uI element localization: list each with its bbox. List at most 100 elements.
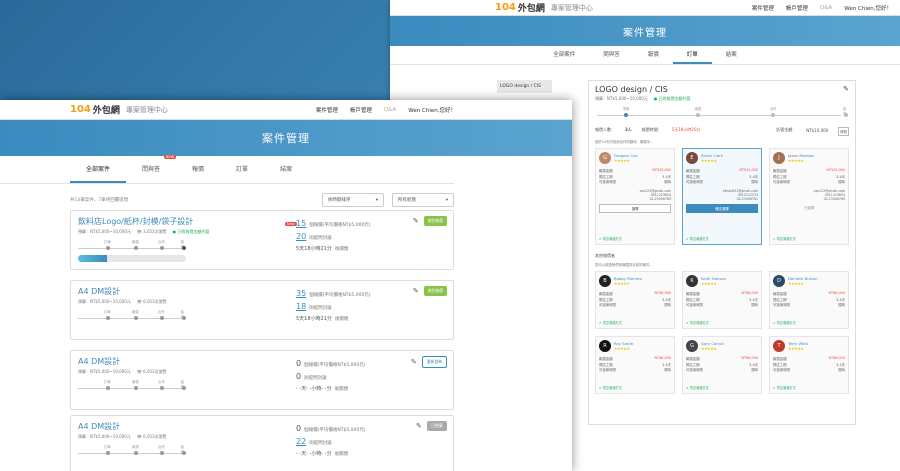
case-steps: 訂單報價合作結案 — [78, 379, 186, 393]
confirm-choose-button[interactable]: 確定選擇 — [686, 203, 758, 213]
quote-details: 報價金額 NT$6,000 預估工期 3-4天 可接案時間 隨時 — [686, 356, 758, 373]
step-dot — [182, 246, 186, 250]
agree-text: 同意溝通方式 — [602, 237, 622, 241]
case-stats: 35 個報價(平均價格NT$5,000元) 18 則提問討論 5天18小時21分 後關… — [296, 289, 371, 328]
step-label: 合作 — [158, 240, 165, 244]
step-dot — [106, 246, 110, 250]
case-budget: 預算：NT$5,000~10,000元 — [78, 229, 131, 234]
case-action-button[interactable]: 重新發佈 — [421, 356, 447, 368]
edit-icon[interactable]: ✎ — [416, 422, 423, 430]
sidebar-item-project[interactable]: LOGO design / CIS — [497, 80, 552, 93]
edit-icon[interactable]: ✎ — [411, 358, 418, 366]
case-card[interactable]: A4 DM設計 預算：NT$5,000~10,000元 👁 6,053次瀏覽 訂單… — [70, 415, 454, 471]
other-quoter-card[interactable]: G Gary Carroll ★★★★★ 報價金額 NT$6,000 預估工期 3-4天可… — [682, 336, 762, 394]
views: 👁 6,053次瀏覽 — [136, 369, 167, 374]
nav-qa[interactable]: Q&A — [384, 107, 396, 113]
case-action-button[interactable]: 前往報價 — [423, 286, 447, 296]
tab-qa[interactable]: 問與答 NEW — [126, 155, 177, 183]
quote-count[interactable]: 15 — [296, 219, 306, 228]
step-label: 報價 — [132, 445, 139, 449]
choose-button[interactable]: 選擇 — [599, 203, 671, 213]
nav-links: 案件管理 帳戶管理 Q&A Wen Chien,您好！ — [752, 4, 892, 12]
case-meta: 預算：NT$5,000~10,000元 👁 6,053次瀏覽 — [78, 299, 167, 305]
question-count[interactable]: 20 — [296, 232, 306, 241]
tab-quote[interactable]: 報價 — [634, 46, 673, 64]
quoter-card[interactable]: J Jason Morales ★★★★★ 報價金額 NT$10,000 預估工期 3-… — [769, 148, 849, 245]
quote-count[interactable]: 35 — [296, 289, 306, 298]
question-count[interactable]: 22 — [296, 437, 306, 446]
nav-case-management[interactable]: 案件管理 — [316, 106, 338, 114]
status-value: 所有狀態 — [398, 198, 416, 203]
nav-links: 案件管理 帳戶管理 Q&A Wen Chien,您好！ — [316, 106, 456, 114]
avatar: B — [599, 275, 611, 287]
tab-all[interactable]: 全部案件 — [539, 46, 589, 64]
case-stats: 0 個報價(平均價格NT$5,000元) 22 則提問討論 - -天- -小時- -… — [296, 424, 365, 463]
availability-label: 可接案時間 — [773, 368, 790, 372]
other-quoter-card[interactable]: D Danielle Burton ★★★★★ 報價金額 NT$6,000 預估工期 3-… — [769, 271, 849, 329]
other-quoter-card[interactable]: R Roy Smith ★★★★★ 報價金額 NT$6,000 預估工期 3-4天 可接案時… — [595, 336, 675, 394]
avatar: D — [773, 275, 785, 287]
page-banner: 案件管理 — [0, 120, 572, 156]
nav-user[interactable]: Wen Chien,您好！ — [408, 106, 456, 114]
nav-account[interactable]: 帳戶管理 — [786, 4, 808, 12]
case-card[interactable]: A4 DM設計 預算：NT$5,000~10,000元 👁 6,053次瀏覽 訂單… — [70, 280, 454, 340]
nav-user[interactable]: Wen Chien,您好！ — [844, 4, 892, 12]
other-quoter-card[interactable]: K Keith Hanson ★★★★★ 報價金額 NT$6,000 預估工期 3-4天可… — [682, 271, 762, 329]
nav-case-management[interactable]: 案件管理 — [752, 4, 774, 12]
case-title[interactable]: A4 DM設計 — [78, 356, 120, 367]
quote-details: 報價金額 NT$6,000 預估工期 3-4天 可接案時間 隨時 — [773, 356, 845, 373]
quoter-card[interactable]: G Gregory Cox ★★★★★ 報價金額 NT$10,000 預估工期 3-4天… — [595, 148, 675, 245]
edit-icon[interactable]: ✎ — [413, 217, 420, 225]
time-left-label: 後關閉 — [334, 317, 349, 322]
edit-icon[interactable]: ✎ — [843, 85, 849, 94]
progress-fill — [78, 255, 108, 262]
tab-closed[interactable]: 結案 — [264, 156, 308, 183]
step-label: 合作 — [158, 380, 165, 384]
step-label: 訂單 — [104, 310, 111, 314]
question-count[interactable]: 18 — [296, 302, 306, 311]
quote-count-label: 個報價(平均價格NT$5,000元) — [304, 428, 366, 433]
nav-qa[interactable]: Q&A — [820, 5, 832, 11]
edit-icon[interactable]: ✎ — [413, 287, 420, 295]
escrow-status: ● 已收報價金額托管 — [653, 96, 691, 101]
tab-qa[interactable]: 問與答 — [589, 46, 634, 64]
step-label: 合作 — [770, 107, 777, 111]
case-stats: 15 個報價(平均價格NT$5,000元) 20 則提問討論 5天18小時21分 後關… — [296, 219, 371, 258]
case-steps: 訂單報價合作結案 — [78, 444, 186, 458]
case-title[interactable]: A4 DM設計 — [78, 286, 120, 297]
tab-bar: 全部案件 問與答 NEW 報價 訂單 結案 — [0, 155, 454, 184]
other-quoter-card[interactable]: T Terry Willis ★★★★★ 報價金額 NT$6,000 預估工期 3-4天可… — [769, 336, 849, 394]
status-select[interactable]: 所有狀態 ▾ — [392, 193, 454, 207]
step-dot — [134, 316, 138, 320]
project-title: LOGO design / CIS — [595, 85, 668, 94]
other-quoter-card[interactable]: B Bobby Romero ★★★★★ 報價金額 NT$6,000 預估工期 3-4天可… — [595, 271, 675, 329]
escrow-text: 已收報價金額托管 — [177, 229, 210, 234]
case-title[interactable]: A4 DM設計 — [78, 421, 120, 432]
case-card[interactable]: A4 DM設計 預算：NT$5,000~10,000元 👁 6,053次瀏覽 訂單… — [70, 350, 454, 410]
tab-all[interactable]: 全部案件 — [70, 156, 127, 183]
avatar: K — [686, 275, 698, 287]
step-label: 報價 — [132, 310, 139, 314]
quoter-card[interactable]: E Ethan Clark ★★★★★ 報價金額 NT$10,000 預估工期 3-4天… — [682, 148, 762, 245]
case-action-button[interactable]: 已結案 — [427, 421, 447, 431]
agree-note: ✔ 同意溝通方式 — [686, 321, 709, 325]
case-title[interactable]: 飲料店Logo/紙杯/封模/袋子設計 — [78, 216, 193, 227]
sort-select[interactable]: 依時間排序 ▾ — [322, 193, 384, 207]
contact-tel: 02-23456781 — [736, 196, 758, 201]
logo-number: 104 — [70, 104, 91, 115]
remain-label: 報價時間： — [641, 127, 662, 132]
quote-count-label: 個報價(平均價格NT$5,000元) — [309, 223, 371, 228]
case-action-button[interactable]: 前往報價 — [423, 216, 447, 226]
tab-closed[interactable]: 結案 — [712, 46, 751, 64]
quote-availability: 隨時 — [751, 303, 758, 307]
tab-order[interactable]: 訂單 — [672, 46, 712, 64]
rating-stars: ★★★★★ — [701, 346, 717, 351]
edit-deposit-button[interactable]: 修改 — [838, 127, 849, 136]
tab-quote[interactable]: 報價 — [176, 156, 220, 183]
availability-label: 可接案時間 — [686, 180, 703, 184]
case-card[interactable]: 飲料店Logo/紙杯/封模/袋子設計 預算：NT$5,000~10,000元 👁 … — [70, 210, 454, 270]
progress-bar — [78, 255, 186, 262]
nav-account[interactable]: 帳戶管理 — [350, 106, 372, 114]
escrow-status: ● 已收報價金額托管 — [172, 229, 210, 234]
tab-order[interactable]: 訂單 — [220, 156, 264, 183]
